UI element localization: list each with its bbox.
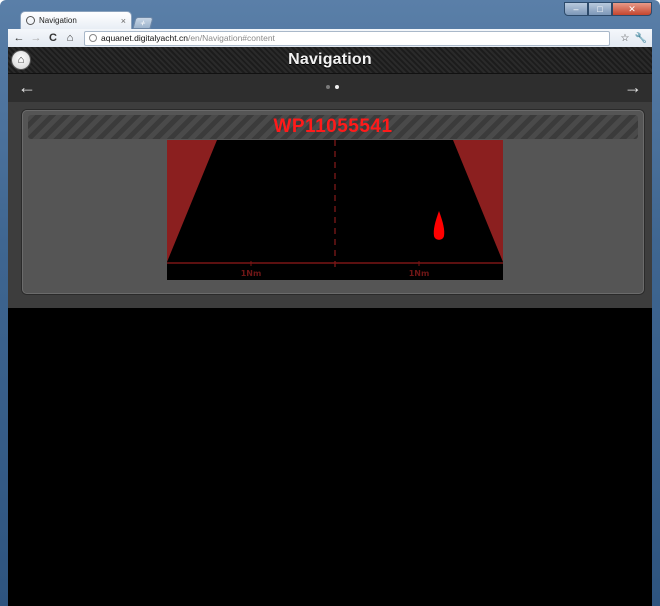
home-button[interactable]: ⌂ bbox=[12, 51, 30, 69]
previous-page-arrow[interactable]: ← bbox=[18, 76, 36, 98]
close-window-button[interactable]: ✕ bbox=[612, 2, 652, 16]
maximize-button[interactable]: □ bbox=[588, 2, 612, 16]
app-header: ⌂ Navigation bbox=[8, 47, 652, 74]
tab-navigation[interactable]: Navigation × bbox=[20, 11, 132, 29]
panel-header: WP11055541 bbox=[28, 115, 638, 139]
pager-bar: ← → bbox=[8, 74, 652, 102]
page-indicator bbox=[326, 85, 339, 89]
url-host: aquanet.digitalyacht.cn bbox=[101, 33, 188, 43]
wrench-icon[interactable]: 🔧 bbox=[634, 33, 648, 44]
bookmark-star-icon[interactable]: ☆ bbox=[618, 33, 632, 44]
page-dot[interactable] bbox=[326, 85, 330, 89]
page-title: Navigation bbox=[288, 51, 372, 68]
empty-content-region bbox=[8, 308, 652, 606]
tab-title: Navigation bbox=[39, 16, 77, 25]
navigation-panel: WP11055541 1Nm 1Nm bbox=[22, 110, 644, 294]
home-icon: ⌂ bbox=[17, 53, 25, 66]
globe-icon bbox=[26, 16, 35, 25]
scale-label-left: 1Nm bbox=[241, 269, 262, 278]
window-controls: – □ ✕ bbox=[564, 2, 652, 16]
waypoint-name: WP11055541 bbox=[273, 116, 393, 137]
highway-display: 1Nm 1Nm bbox=[167, 140, 503, 280]
back-button[interactable]: ← bbox=[12, 32, 26, 44]
tab-close-icon[interactable]: × bbox=[121, 16, 126, 26]
forward-button[interactable]: → bbox=[29, 32, 43, 44]
page-dot[interactable] bbox=[335, 85, 339, 89]
home-browser-button[interactable]: ⌂ bbox=[63, 32, 77, 44]
globe-icon bbox=[89, 34, 97, 42]
reload-button[interactable]: C bbox=[46, 32, 60, 44]
next-page-arrow[interactable]: → bbox=[624, 76, 642, 98]
browser-toolbar: ← → C ⌂ aquanet.digitalyacht.cn /en/Navi… bbox=[8, 29, 652, 47]
tab-strip: Navigation × + bbox=[20, 11, 154, 29]
minimize-button[interactable]: – bbox=[564, 2, 588, 16]
address-bar[interactable]: aquanet.digitalyacht.cn /en/Navigation#c… bbox=[84, 30, 610, 46]
url-path: /en/Navigation#content bbox=[187, 33, 275, 43]
new-tab-button[interactable]: + bbox=[132, 17, 154, 29]
plus-icon: + bbox=[139, 18, 147, 28]
browser-window: – □ ✕ Navigation × + ← → C ⌂ aquanet.dig… bbox=[0, 0, 660, 606]
scale-label-right: 1Nm bbox=[409, 269, 430, 278]
content-area: WP11055541 1Nm 1Nm bbox=[8, 102, 652, 308]
page-viewport: ⌂ Navigation ← → WP11055541 1Nm 1Nm bbox=[8, 47, 652, 606]
